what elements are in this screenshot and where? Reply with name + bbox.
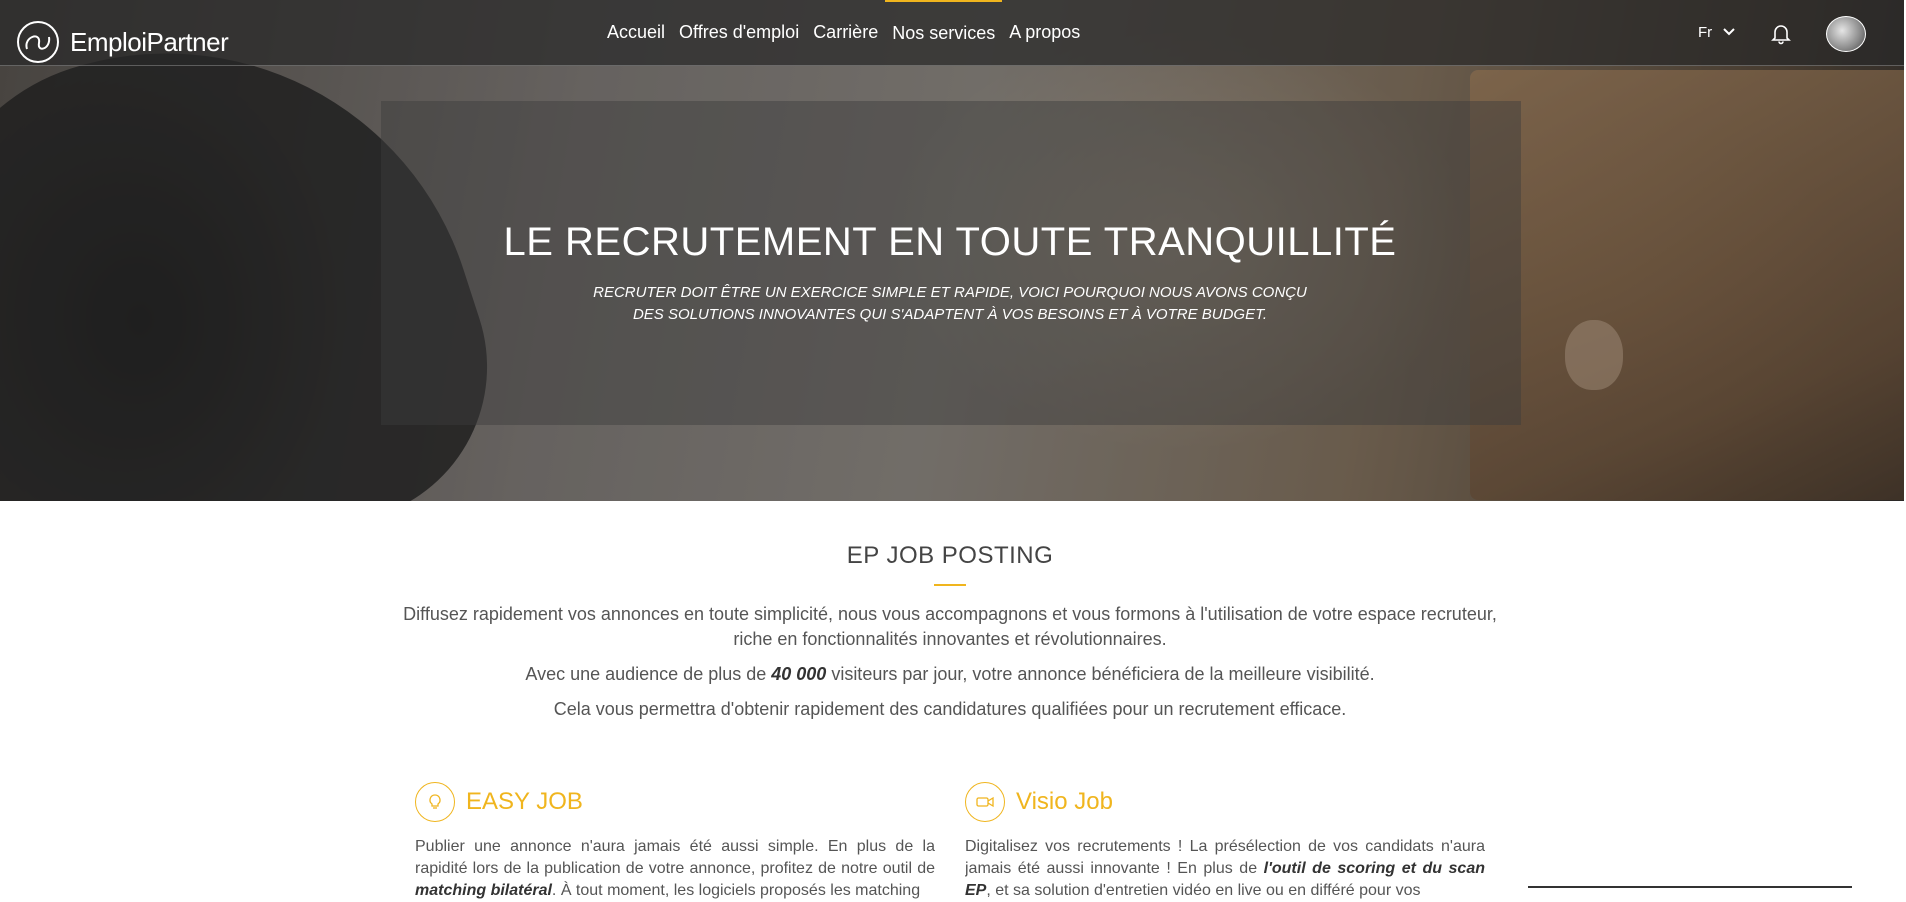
feature-text-easy-job: Publier une annonce n'aura jamais été au… xyxy=(415,838,935,899)
hero-banner: LE RECRUTEMENT EN TOUTE TRANQUILLITÉ REC… xyxy=(0,0,1904,501)
top-navbar: EmploiPartner Accueil Offres d'emploi Ca… xyxy=(0,0,1904,66)
feature-title-visio-job: Visio Job xyxy=(1016,788,1113,815)
hero-subtitle: RECRUTER DOIT ÊTRE UN EXERCICE SIMPLE ET… xyxy=(593,284,1307,323)
main-nav: Accueil Offres d'emploi Carrière Nos ser… xyxy=(600,0,1087,65)
nav-item-carriere[interactable]: Carrière xyxy=(806,0,885,65)
intro-paragraph-2: Avec une audience de plus de 40 000 visi… xyxy=(525,664,1375,684)
user-avatar[interactable] xyxy=(1826,16,1866,52)
nav-item-accueil[interactable]: Accueil xyxy=(600,0,672,65)
feature-title-easy-job: EASY JOB xyxy=(466,788,583,815)
emploipartner-logo-icon[interactable] xyxy=(15,19,61,65)
nav-item-a-propos[interactable]: A propos xyxy=(1002,0,1087,65)
brand-name[interactable]: EmploiPartner xyxy=(70,27,229,58)
lightbulb-icon xyxy=(415,782,455,822)
title-underline xyxy=(934,584,966,586)
video-camera-icon xyxy=(965,782,1005,822)
nav-item-offres-emploi[interactable]: Offres d'emploi xyxy=(672,0,806,65)
intro-paragraph-3: Cela vous permettra d'obtenir rapidement… xyxy=(553,699,1347,719)
intro-paragraph-1: Diffusez rapidement vos annonces en tout… xyxy=(403,604,1497,649)
language-selector[interactable]: Fr xyxy=(1698,24,1712,41)
nav-item-nos-services[interactable]: Nos services xyxy=(885,0,1003,65)
chevron-down-icon[interactable] xyxy=(1722,25,1736,39)
hero-title: LE RECRUTEMENT EN TOUTE TRANQUILLITÉ xyxy=(503,220,1397,264)
audience-number: 40 000 xyxy=(771,664,827,684)
bell-icon[interactable] xyxy=(1769,21,1793,45)
feature-text-visio-job: Digitalisez vos recrutements ! La présél… xyxy=(965,838,1485,899)
section-title: EP JOB POSTING xyxy=(846,542,1054,569)
